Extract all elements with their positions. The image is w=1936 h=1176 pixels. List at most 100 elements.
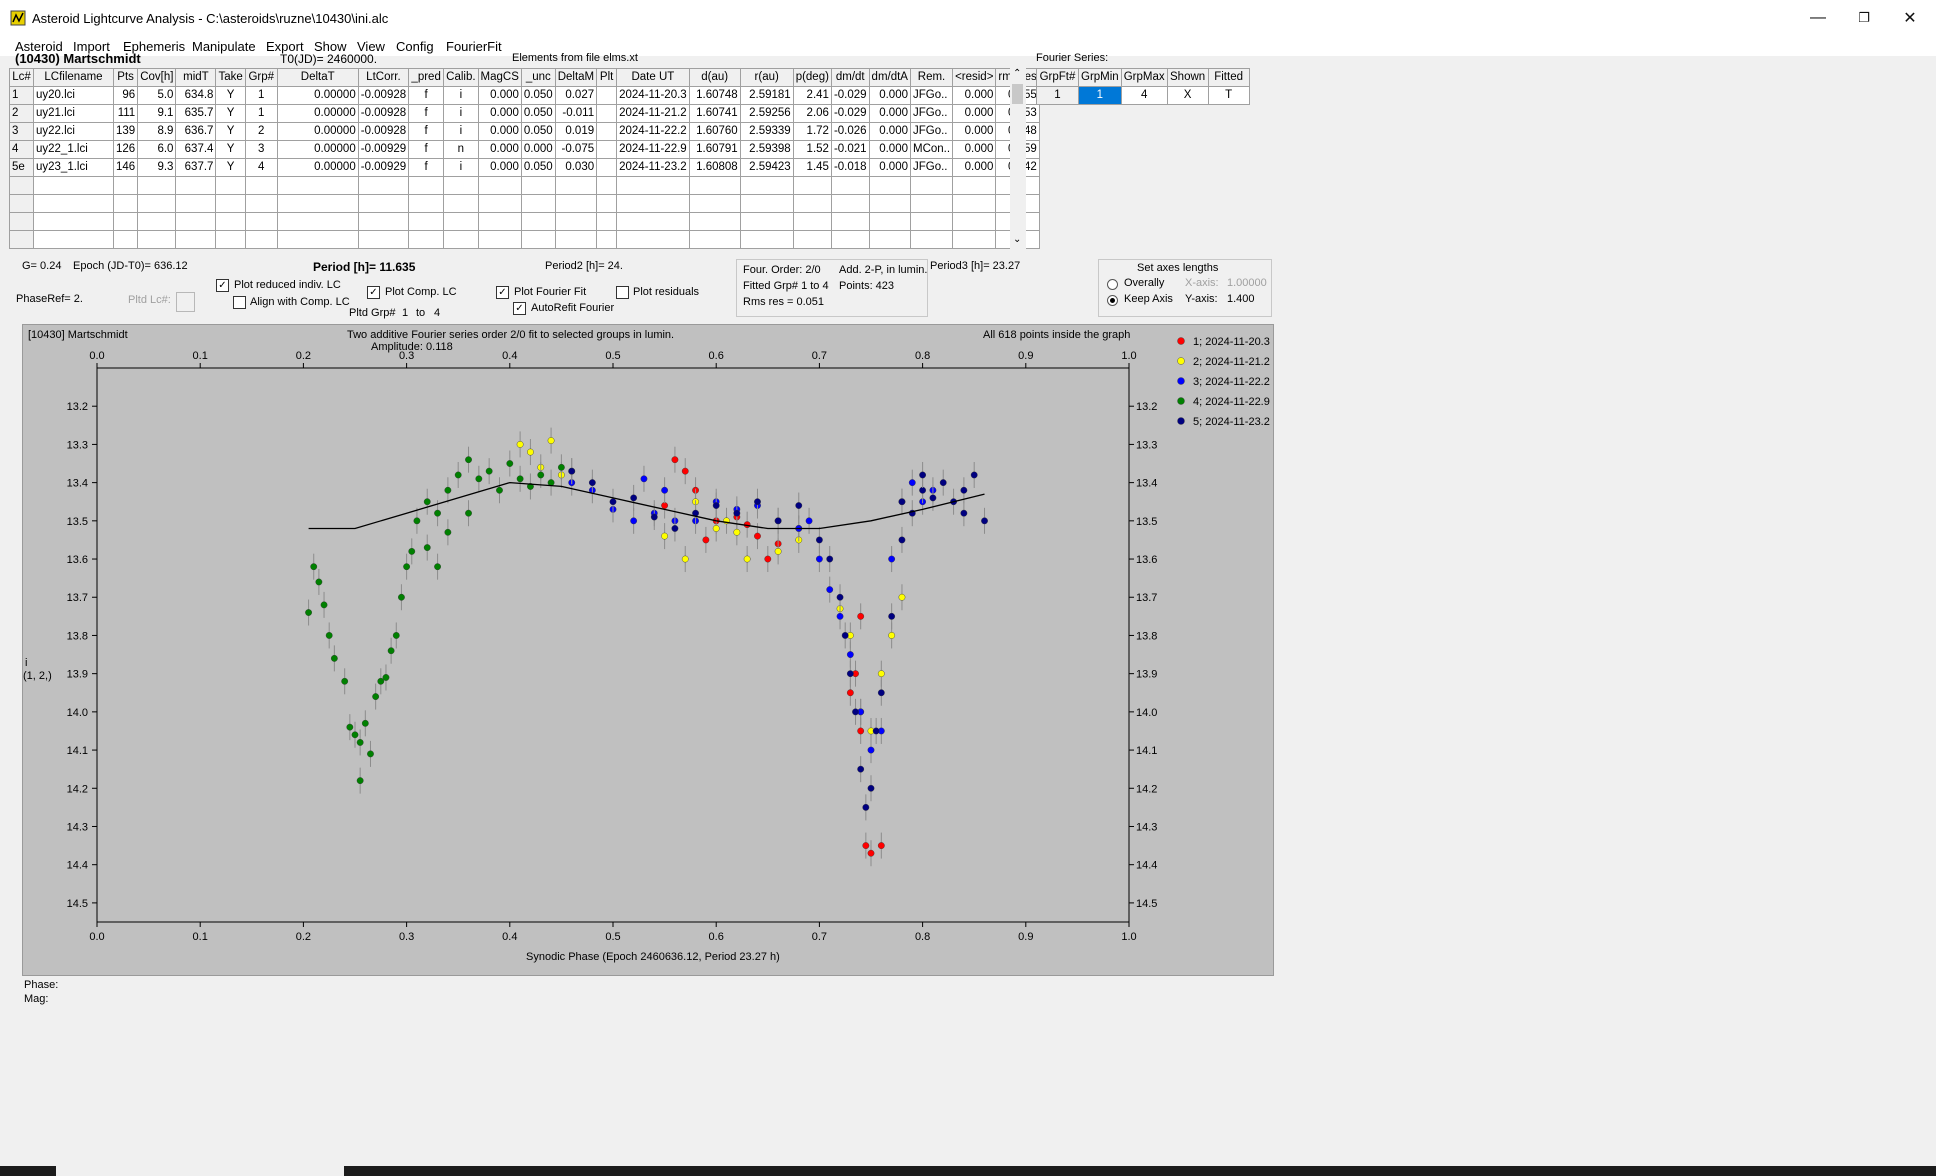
table-cell[interactable]: 635.7 [175, 104, 217, 123]
table-cell[interactable] [357, 176, 410, 195]
table-cell[interactable]: 637.4 [175, 140, 217, 159]
table-cell[interactable] [175, 176, 217, 195]
align-comp-checkbox[interactable] [233, 296, 246, 309]
table-cell[interactable]: 1.60808 [688, 158, 741, 177]
table-cell[interactable] [739, 230, 794, 249]
row-header[interactable]: 4 [9, 140, 34, 159]
table-cell[interactable] [477, 212, 522, 231]
table-cell[interactable]: 634.8 [175, 86, 217, 105]
table-cell[interactable]: 2.59339 [739, 122, 794, 141]
table-cell[interactable] [276, 194, 359, 213]
table-cell[interactable]: 6.0 [137, 140, 177, 159]
table-cell[interactable] [520, 194, 556, 213]
table-cell[interactable]: -0.029 [830, 86, 870, 105]
table-cell[interactable]: -0.018 [830, 158, 870, 177]
table-cell[interactable] [868, 212, 911, 231]
table-cell[interactable]: MCon.. [909, 140, 954, 159]
table-cell[interactable]: 2024-11-20.3 [616, 86, 690, 105]
table-cell[interactable] [9, 230, 34, 249]
table-cell[interactable] [215, 212, 246, 231]
menu-config[interactable]: Config [396, 39, 434, 54]
table-cell[interactable]: -0.026 [830, 122, 870, 141]
table-cell[interactable]: 2024-11-22.2 [616, 122, 690, 141]
table-cell[interactable] [868, 176, 911, 195]
table-cell[interactable]: uy20.lci [33, 86, 114, 105]
table-cell[interactable] [688, 212, 741, 231]
table-cell[interactable] [952, 194, 997, 213]
table-cell[interactable] [112, 212, 139, 231]
table-cell[interactable] [112, 194, 139, 213]
table-cell[interactable] [596, 230, 618, 249]
table-cell[interactable] [443, 212, 479, 231]
table-cell[interactable] [554, 176, 598, 195]
close-button[interactable]: ✕ [1887, 0, 1933, 36]
fourier-column-header[interactable]: Shown [1166, 68, 1209, 87]
table-cell[interactable] [175, 230, 217, 249]
table-cell[interactable]: f [408, 104, 445, 123]
table-cell[interactable] [33, 230, 114, 249]
fourier-cell[interactable]: 1 [1036, 86, 1079, 105]
table-cell[interactable]: -0.029 [830, 104, 870, 123]
table-cell[interactable] [175, 212, 217, 231]
column-header[interactable]: Rem. [909, 68, 954, 87]
table-cell[interactable]: 0.000 [868, 140, 911, 159]
table-cell[interactable] [357, 230, 410, 249]
table-cell[interactable]: 1 [244, 86, 278, 105]
table-cell[interactable] [9, 212, 34, 231]
table-row[interactable]: 1 uy20.lci 96 5.0 634.8 Y 1 0.00000 -0.00928 f i 0.… [9, 86, 1040, 105]
table-cell[interactable]: f [408, 158, 445, 177]
table-cell[interactable]: 0.00000 [276, 140, 359, 159]
table-cell[interactable] [830, 176, 870, 195]
pltd-lc-spinner[interactable] [176, 292, 195, 312]
table-row[interactable]: 5e uy23_1.lci 146 9.3 637.7 Y 4 0.00000 -0.00929… [9, 158, 1040, 177]
column-header[interactable]: r(au) [739, 68, 794, 87]
table-cell[interactable] [9, 194, 34, 213]
row-header[interactable]: 2 [9, 104, 34, 123]
table-cell[interactable]: JFGo.. [909, 122, 954, 141]
table-cell[interactable] [276, 176, 359, 195]
table-cell[interactable]: 0.000 [952, 86, 997, 105]
table-cell[interactable]: JFGo.. [909, 104, 954, 123]
row-header[interactable]: 1 [9, 86, 34, 105]
table-cell[interactable]: 96 [112, 86, 139, 105]
table-cell[interactable]: 0.000 [868, 158, 911, 177]
table-cell[interactable]: uy23_1.lci [33, 158, 114, 177]
table-cell[interactable]: 1.60760 [688, 122, 741, 141]
pltd-grp-to[interactable]: 4 [434, 307, 440, 319]
table-cell[interactable] [792, 194, 832, 213]
table-cell[interactable] [909, 212, 954, 231]
table-cell[interactable] [596, 104, 618, 123]
table-cell[interactable]: 126 [112, 140, 139, 159]
table-cell[interactable] [137, 230, 177, 249]
table-cell[interactable]: 2.59256 [739, 104, 794, 123]
column-header[interactable]: LtCorr. [357, 68, 410, 87]
table-cell[interactable] [739, 212, 794, 231]
table-cell[interactable] [952, 230, 997, 249]
table-cell[interactable]: 2.41 [792, 86, 832, 105]
table-cell[interactable] [554, 230, 598, 249]
table-cell[interactable] [33, 176, 114, 195]
table-cell[interactable] [596, 86, 618, 105]
overally-radio[interactable] [1107, 279, 1118, 290]
table-cell[interactable]: 2024-11-21.2 [616, 104, 690, 123]
table-cell[interactable]: f [408, 86, 445, 105]
column-header[interactable]: dm/dtA [868, 68, 911, 87]
column-header[interactable]: _unc [520, 68, 556, 87]
column-header[interactable]: Lc# [9, 68, 34, 87]
column-header[interactable]: _pred [408, 68, 445, 87]
row-header[interactable]: 3 [9, 122, 34, 141]
table-cell[interactable]: Y [215, 140, 246, 159]
table-cell[interactable] [244, 212, 278, 231]
table-cell[interactable] [276, 230, 359, 249]
table-cell[interactable]: i [443, 104, 479, 123]
table-cell[interactable] [830, 230, 870, 249]
column-header[interactable]: Date UT [616, 68, 690, 87]
period2-field[interactable]: Period2 [h]= 24. [545, 260, 623, 272]
table-cell[interactable] [554, 194, 598, 213]
table-cell[interactable] [868, 230, 911, 249]
table-cell[interactable]: 0.000 [952, 158, 997, 177]
plot-reduced-checkbox[interactable]: ✓ [216, 279, 229, 292]
table-cell[interactable] [357, 194, 410, 213]
column-header[interactable]: d(au) [688, 68, 741, 87]
empty-table-row[interactable] [9, 176, 1040, 195]
